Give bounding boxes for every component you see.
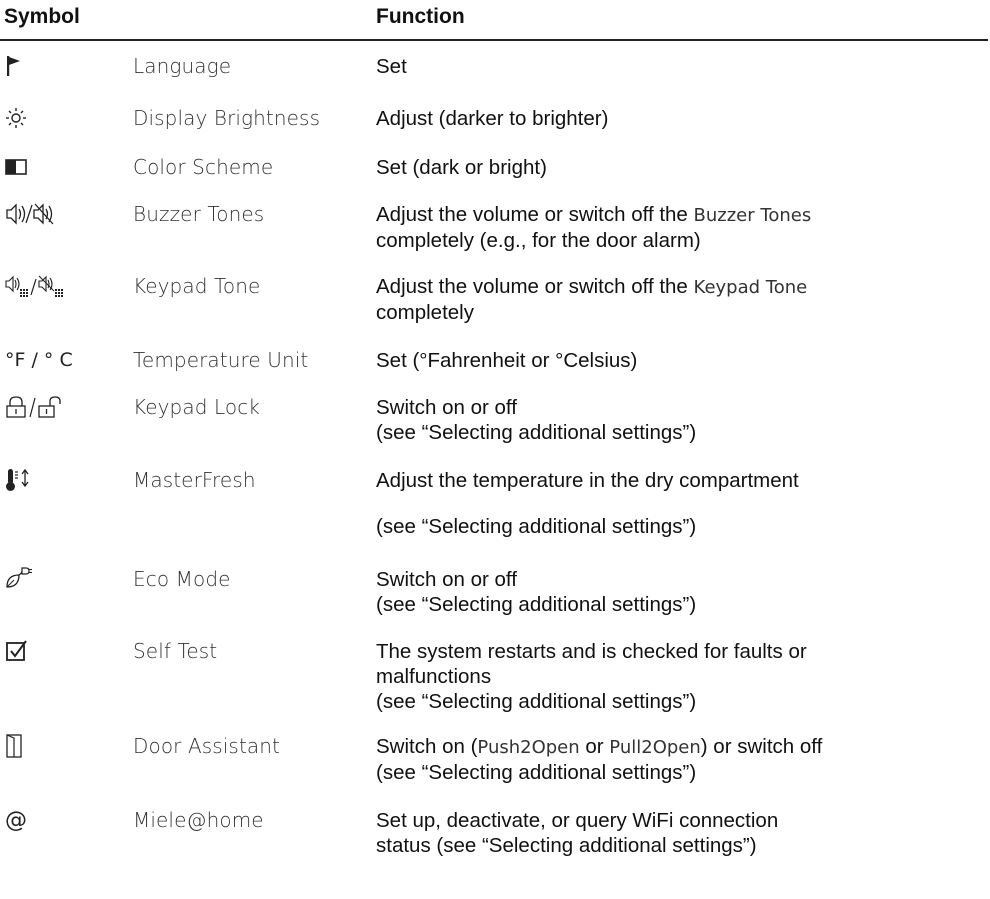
header-divider: [0, 39, 988, 41]
setting-function: Set (dark or bright): [376, 156, 547, 179]
half-square-icon: [5, 153, 27, 181]
setting-function: Switch on (Push2Open or Pull2Open) or sw…: [376, 735, 823, 784]
temperature-unit-icon: °F / ° C: [5, 349, 73, 371]
setting-name: Color Scheme: [133, 155, 274, 179]
setting-name: Eco Mode: [133, 567, 231, 591]
setting-function: Switch on or off (see “Selecting additio…: [376, 396, 697, 444]
setting-function: Adjust the volume or switch off the Buzz…: [376, 203, 812, 252]
thermometer-icon: [5, 466, 37, 494]
setting-name: Miele@home: [133, 808, 264, 832]
symbol-column-header: Symbol: [4, 5, 80, 28]
setting-function: Adjust the volume or switch off the Keyp…: [376, 275, 808, 324]
checkbox-icon: [5, 637, 29, 665]
setting-function: Adjust (darker to brighter): [376, 107, 609, 130]
setting-name: Language: [133, 54, 232, 78]
setting-name: Keypad Tone: [133, 274, 261, 298]
table-header: Symbol Function: [0, 0, 990, 40]
setting-function: Switch on or off (see “Selecting additio…: [376, 568, 697, 616]
setting-function: The system restarts and is checked for f…: [376, 640, 807, 713]
setting-name: Door Assistant: [133, 734, 280, 758]
setting-name: MasterFresh: [133, 468, 256, 492]
setting-name: Keypad Lock: [133, 395, 260, 419]
setting-name: Buzzer Tones: [133, 202, 265, 226]
setting-function: Set (°Fahrenheit or °Celsius): [376, 349, 638, 372]
setting-name: Self Test: [133, 639, 218, 663]
function-column-header: Function: [376, 5, 465, 28]
at-icon: @: [5, 807, 27, 833]
leaf-plug-icon: [5, 565, 33, 593]
setting-function: Adjust the temperature in the dry compar…: [376, 469, 799, 538]
setting-function: Set: [376, 55, 407, 78]
setting-name: Display Brightness: [133, 106, 321, 130]
keypad-speaker-icon: [5, 272, 69, 300]
setting-function: Set up, deactivate, or query WiFi connec…: [376, 809, 779, 857]
door-icon: [5, 732, 25, 760]
lock-unlock-icon: [5, 393, 63, 421]
setting-name: Temperature Unit: [133, 348, 309, 372]
sun-icon: [5, 104, 27, 132]
flag-icon: [5, 52, 23, 80]
speaker-mute-icon: [5, 200, 57, 228]
